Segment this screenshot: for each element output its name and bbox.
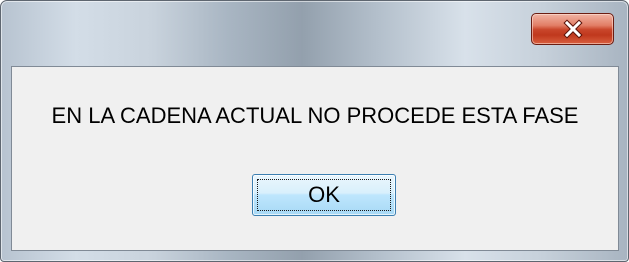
title-bar[interactable] xyxy=(1,1,628,65)
close-button[interactable] xyxy=(531,13,614,45)
dialog-message: EN LA CADENA ACTUAL NO PROCEDE ESTA FASE xyxy=(51,103,579,128)
close-icon xyxy=(562,19,583,39)
message-dialog: EN LA CADENA ACTUAL NO PROCEDE ESTA FASE… xyxy=(0,0,629,262)
dialog-body: EN LA CADENA ACTUAL NO PROCEDE ESTA FASE… xyxy=(11,66,619,251)
ok-button[interactable]: OK xyxy=(252,174,396,216)
ok-button-label: OK xyxy=(308,182,340,207)
